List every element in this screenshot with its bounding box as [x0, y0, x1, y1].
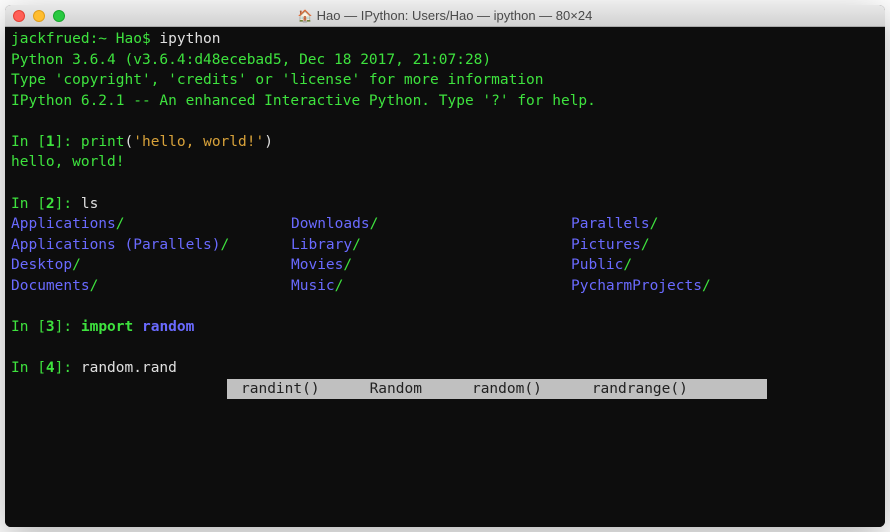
window-title-text: Hao — IPython: Users/Hao — ipython — 80×…: [317, 8, 593, 23]
ls-item: Movies/: [291, 255, 571, 276]
shell-prompt-line: jackfrued:~ Hao$ ipython: [11, 29, 879, 50]
close-button[interactable]: [13, 10, 25, 22]
maximize-button[interactable]: [53, 10, 65, 22]
blank-line: [11, 111, 879, 132]
window-controls: [13, 10, 65, 22]
ls-item: Desktop/: [11, 255, 291, 276]
window-title: 🏠 Hao — IPython: Users/Hao — ipython — 8…: [5, 8, 885, 23]
titlebar: 🏠 Hao — IPython: Users/Hao — ipython — 8…: [5, 5, 885, 27]
ls-item: PycharmProjects/: [571, 276, 879, 297]
minimize-button[interactable]: [33, 10, 45, 22]
in-2-line: In [2]: ls: [11, 194, 879, 215]
blank-line: [11, 173, 879, 194]
terminal-content[interactable]: jackfrued:~ Hao$ ipython Python 3.6.4 (v…: [5, 27, 885, 527]
autocomplete-popup: randint() Random random() randrange(): [11, 379, 879, 400]
autocomplete-option[interactable]: Random: [366, 379, 426, 400]
in-1-line: In [1]: print('hello, world!'): [11, 132, 879, 153]
ls-item: Pictures/: [571, 235, 879, 256]
ls-item: Public/: [571, 255, 879, 276]
blank-line: [11, 338, 879, 359]
home-icon: 🏠: [298, 9, 313, 23]
ls-item: Library/: [291, 235, 571, 256]
shell-command: ipython: [159, 31, 220, 47]
blank-line: [11, 297, 879, 318]
ls-item: Applications/: [11, 214, 291, 235]
ls-item: Applications (Parallels)/: [11, 235, 291, 256]
ls-item: Documents/: [11, 276, 291, 297]
ls-item: Music/: [291, 276, 571, 297]
ls-output: Applications/ Downloads/ Parallels/ Appl…: [11, 214, 879, 296]
banner-line-2: Type 'copyright', 'credits' or 'license'…: [11, 70, 879, 91]
terminal-window: 🏠 Hao — IPython: Users/Hao — ipython — 8…: [5, 5, 885, 527]
banner-line-3: IPython 6.2.1 -- An enhanced Interactive…: [11, 91, 879, 112]
banner-line-1: Python 3.6.4 (v3.6.4:d48ecebad5, Dec 18 …: [11, 50, 879, 71]
in-4-line: In [4]: random.rand: [11, 358, 879, 379]
in-3-line: In [3]: import random: [11, 317, 879, 338]
ls-item: Downloads/: [291, 214, 571, 235]
ls-item: Parallels/: [571, 214, 879, 235]
autocomplete-option[interactable]: randrange(): [588, 379, 692, 400]
autocomplete-option[interactable]: randint(): [237, 379, 324, 400]
shell-prompt: jackfrued:~ Hao$: [11, 31, 159, 47]
autocomplete-option[interactable]: random(): [468, 379, 546, 400]
out-1-line: hello, world!: [11, 152, 879, 173]
